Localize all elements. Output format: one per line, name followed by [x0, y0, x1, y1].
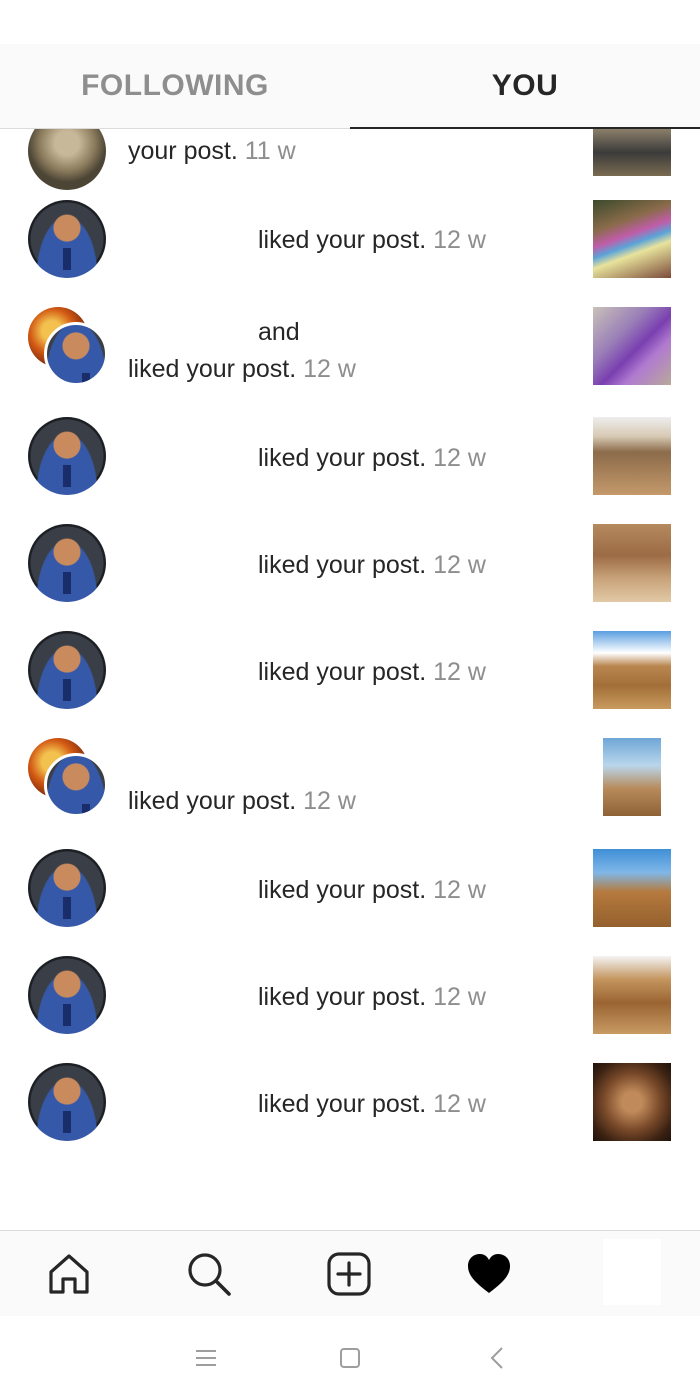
post-thumbnail[interactable] — [593, 307, 671, 385]
avatar[interactable] — [28, 200, 106, 278]
menu-icon[interactable] — [192, 1344, 220, 1372]
notification-message: liked your post. — [258, 1090, 427, 1118]
post-thumbnail[interactable] — [593, 200, 671, 278]
active-tab-indicator — [350, 127, 700, 129]
list-item[interactable]: liked your post. 12 w — [0, 621, 700, 721]
avatar[interactable] — [28, 956, 106, 1034]
notification-text: liked your post. 12 w — [258, 440, 486, 477]
notification-text: liked your post. 12 w — [258, 654, 486, 691]
avatar[interactable] — [44, 322, 108, 386]
notification-message: liked your post. — [128, 787, 297, 815]
notification-time: 12 w — [433, 226, 486, 254]
notification-time: 12 w — [303, 787, 356, 815]
list-item[interactable]: liked your post. 12 w — [0, 728, 700, 828]
notification-message: liked your post. — [258, 226, 427, 254]
notification-time: 12 w — [433, 876, 486, 904]
tab-following[interactable]: FOLLOWING — [0, 44, 350, 128]
notification-text: liked your post. 12 w — [258, 222, 486, 259]
list-item[interactable]: and liked your post. 12 w — [0, 297, 700, 397]
list-item[interactable]: liked your post. 12 w — [0, 407, 700, 507]
tab-you[interactable]: YOU — [350, 44, 700, 128]
notification-message: liked your post. — [258, 876, 427, 904]
avatar[interactable] — [44, 753, 108, 817]
list-item[interactable]: liked your post. 12 w — [0, 839, 700, 939]
profile-avatar[interactable] — [603, 1239, 661, 1305]
tab-you-label: YOU — [491, 69, 559, 102]
post-thumbnail[interactable] — [593, 524, 671, 602]
home-icon[interactable] — [46, 1251, 92, 1297]
avatar[interactable] — [28, 631, 106, 709]
notification-time: 12 w — [303, 355, 356, 383]
avatar[interactable] — [28, 524, 106, 602]
notification-text: liked your post. 12 w — [258, 547, 486, 584]
post-thumbnail[interactable] — [593, 1063, 671, 1141]
add-post-icon[interactable] — [326, 1251, 372, 1297]
list-item[interactable]: liked your post. 12 w — [0, 190, 700, 290]
notification-message: liked your post. — [258, 658, 427, 686]
tab-following-label: FOLLOWING — [81, 69, 269, 102]
avatar[interactable] — [28, 1063, 106, 1141]
list-item[interactable]: liked your post. 12 w — [0, 514, 700, 614]
activity-tabs: FOLLOWING YOU — [0, 44, 700, 129]
list-item[interactable]: liked your post. 12 w — [0, 946, 700, 1046]
list-item[interactable]: liked your post. 12 w — [0, 1053, 700, 1153]
notification-text: your post. 11 w — [128, 133, 296, 170]
activity-feed[interactable]: your post. 11 w liked your post. 12 w an… — [0, 0, 700, 1230]
notification-message: your post. — [128, 137, 238, 165]
notification-time: 12 w — [433, 551, 486, 579]
notification-message: liked your post. — [258, 983, 427, 1011]
notification-text: liked your post. 12 w — [258, 1086, 486, 1123]
notification-message: liked your post. — [258, 444, 427, 472]
notification-time: 11 w — [244, 137, 296, 165]
heart-icon[interactable] — [466, 1251, 512, 1297]
notification-conjunction: and — [258, 318, 300, 346]
post-thumbnail[interactable] — [593, 849, 671, 927]
notification-time: 12 w — [433, 1090, 486, 1118]
notification-text: liked your post. 12 w — [128, 783, 356, 820]
post-thumbnail[interactable] — [593, 417, 671, 495]
notification-text: liked your post. 12 w — [258, 872, 486, 909]
search-icon[interactable] — [186, 1251, 232, 1297]
back-chevron-icon[interactable] — [484, 1344, 512, 1372]
notification-text: liked your post. 12 w — [128, 351, 356, 388]
home-square-icon[interactable] — [336, 1344, 364, 1372]
system-navigation-bar — [0, 1316, 700, 1400]
avatar[interactable] — [28, 417, 106, 495]
bottom-navigation — [0, 1230, 700, 1317]
notification-time: 12 w — [433, 658, 486, 686]
post-thumbnail[interactable] — [593, 956, 671, 1034]
notification-time: 12 w — [433, 983, 486, 1011]
notification-message: liked your post. — [258, 551, 427, 579]
post-thumbnail[interactable] — [603, 738, 661, 816]
avatar[interactable] — [28, 849, 106, 927]
notification-time: 12 w — [433, 444, 486, 472]
post-thumbnail[interactable] — [593, 631, 671, 709]
notification-text: and — [258, 314, 300, 351]
notification-text: liked your post. 12 w — [258, 979, 486, 1016]
notification-message: liked your post. — [128, 355, 297, 383]
